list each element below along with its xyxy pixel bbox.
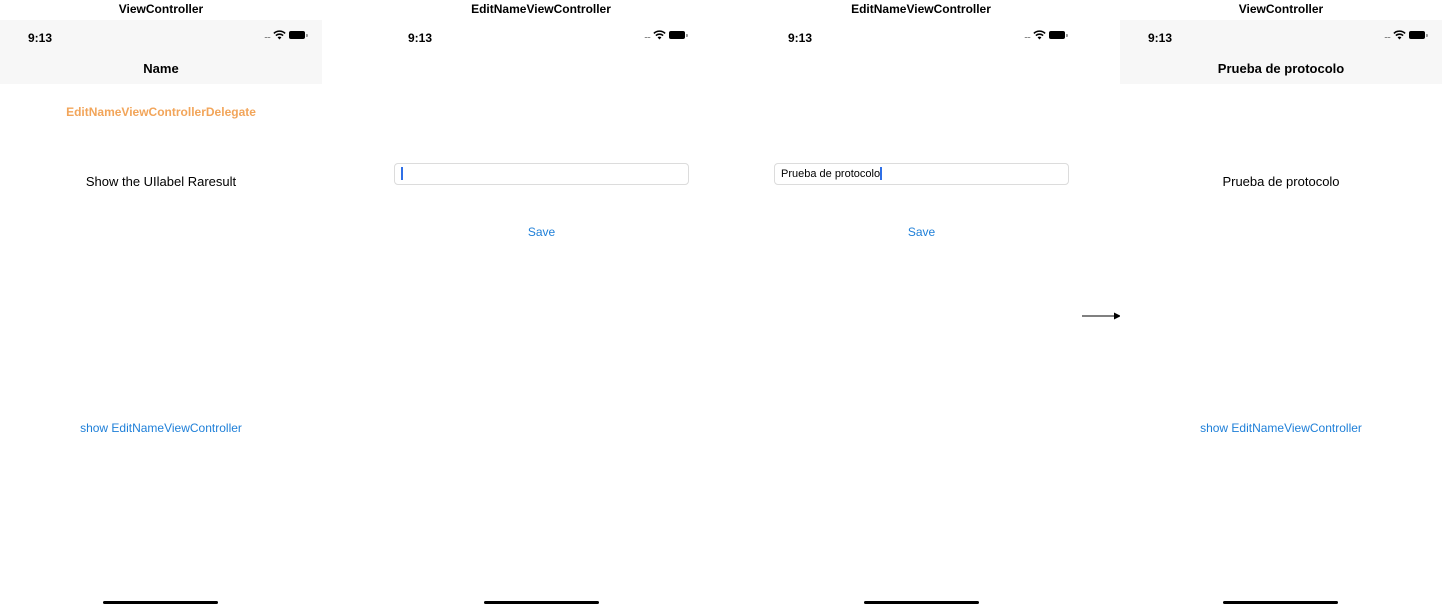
battery-icon [1049, 31, 1068, 39]
signal-icon: .... [263, 30, 271, 40]
status-bar: 9:13 .... [0, 20, 322, 52]
status-time: 9:13 [408, 31, 433, 45]
text-caret [880, 166, 882, 180]
panel-4-controller-title: ViewController [1238, 2, 1324, 16]
battery-icon [669, 31, 688, 39]
status-time: 9:13 [1148, 31, 1173, 45]
show-edit-name-button[interactable]: show EditNameViewController [0, 421, 322, 435]
wifi-icon [1393, 30, 1406, 40]
save-button[interactable]: Save [394, 225, 689, 239]
status-time: 9:13 [788, 31, 813, 45]
nav-title: Prueba de protocolo [1217, 61, 1345, 76]
name-text-field[interactable]: Prueba de protocolo [774, 163, 1069, 185]
home-indicator [103, 601, 218, 604]
battery-icon [1409, 31, 1428, 39]
battery-icon [289, 31, 308, 39]
screen-edit-name-empty: 9:13 .... Save [322, 20, 702, 612]
screen-view-controller-initial: Name 9:13 .... EditNameViewControllerDel… [0, 20, 322, 612]
save-button[interactable]: Save [774, 225, 1069, 239]
text-field-value: Prueba de protocolo [781, 168, 881, 180]
signal-icon: .... [1023, 30, 1031, 40]
status-icons: .... [644, 30, 688, 40]
result-label: Prueba de protocolo [1222, 174, 1340, 189]
nav-title: Name [143, 61, 179, 76]
status-time: 9:13 [28, 31, 53, 45]
flow-arrow-icon [1082, 312, 1121, 320]
home-indicator [484, 601, 599, 604]
wifi-icon [653, 30, 666, 40]
panel-1-controller-title: ViewController [118, 2, 204, 16]
wifi-icon [1033, 30, 1046, 40]
status-icons: .... [1024, 30, 1068, 40]
home-indicator [864, 601, 979, 604]
result-label: Show the UIlabel Raresult [85, 174, 237, 189]
status-bar: 9:13 .... [380, 20, 702, 52]
screen-edit-name-filled: 9:13 .... Prueba de protocolo Save [702, 20, 1082, 612]
status-icons: .... [264, 30, 308, 40]
status-bar: 9:13 .... [1120, 20, 1442, 52]
status-icons: .... [1384, 30, 1428, 40]
wifi-icon [273, 30, 286, 40]
show-edit-name-button[interactable]: show EditNameViewController [1120, 421, 1442, 435]
signal-icon: .... [1383, 30, 1391, 40]
text-caret [401, 166, 403, 180]
home-indicator [1223, 601, 1338, 604]
screen-view-controller-updated: Prueba de protocolo 9:13 .... Prueba de … [1120, 20, 1442, 612]
panel-3-controller-title: EditNameViewController [851, 2, 991, 16]
name-text-field[interactable] [394, 163, 689, 185]
panel-2-controller-title: EditNameViewController [471, 2, 611, 16]
signal-icon: .... [643, 30, 651, 40]
status-bar: 9:13 .... [760, 20, 1082, 52]
delegate-label: EditNameViewControllerDelegate [66, 105, 256, 119]
